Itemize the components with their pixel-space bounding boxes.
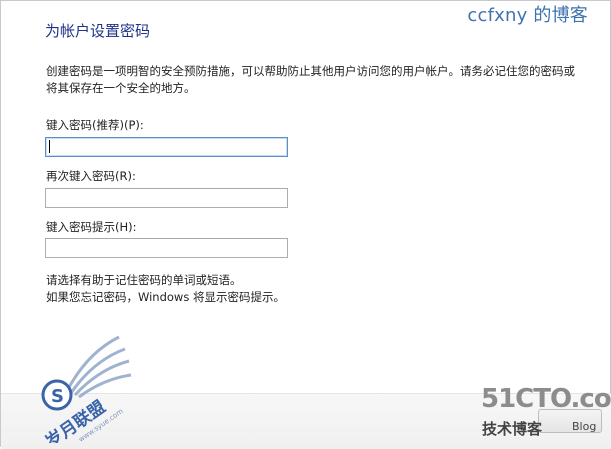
- blog-watermark: ccfxny 的博客: [467, 5, 588, 26]
- confirm-password-input[interactable]: [45, 188, 288, 208]
- text-caret: [49, 140, 50, 153]
- password-hint-input[interactable]: [45, 238, 288, 258]
- password-label: 键入密码(推荐)(P):: [46, 118, 144, 132]
- hint-instructions: 请选择有助于记住密码的单词或短语。 如果您忘记密码，Windows 将显示密码提…: [46, 272, 285, 306]
- hint-line-1: 请选择有助于记住密码的单词或短语。: [46, 273, 242, 287]
- syue-logo-icon: S 岁月联盟 www.syue.com: [41, 335, 132, 443]
- confirm-password-label: 再次键入密码(R):: [46, 169, 136, 183]
- hint-line-2: 如果您忘记密码，Windows 将显示密码提示。: [46, 290, 285, 304]
- setup-dialog: ccfxny 的博客 为帐户设置密码 创建密码是一项明智的安全预防措施，可以帮助…: [0, 0, 611, 449]
- password-input[interactable]: [45, 137, 288, 157]
- description-text: 创建密码是一项明智的安全预防措施，可以帮助防止其他用户访问您的用户帐户。请务必记…: [46, 64, 575, 95]
- brand-blog: Blog: [572, 420, 597, 433]
- brand-tagline: 技术博客: [482, 420, 543, 438]
- brand-51cto: 51CTO.com: [481, 384, 611, 414]
- password-hint-label: 键入密码提示(H):: [46, 220, 137, 234]
- svg-text:S: S: [51, 386, 64, 407]
- page-title: 为帐户设置密码: [45, 22, 151, 40]
